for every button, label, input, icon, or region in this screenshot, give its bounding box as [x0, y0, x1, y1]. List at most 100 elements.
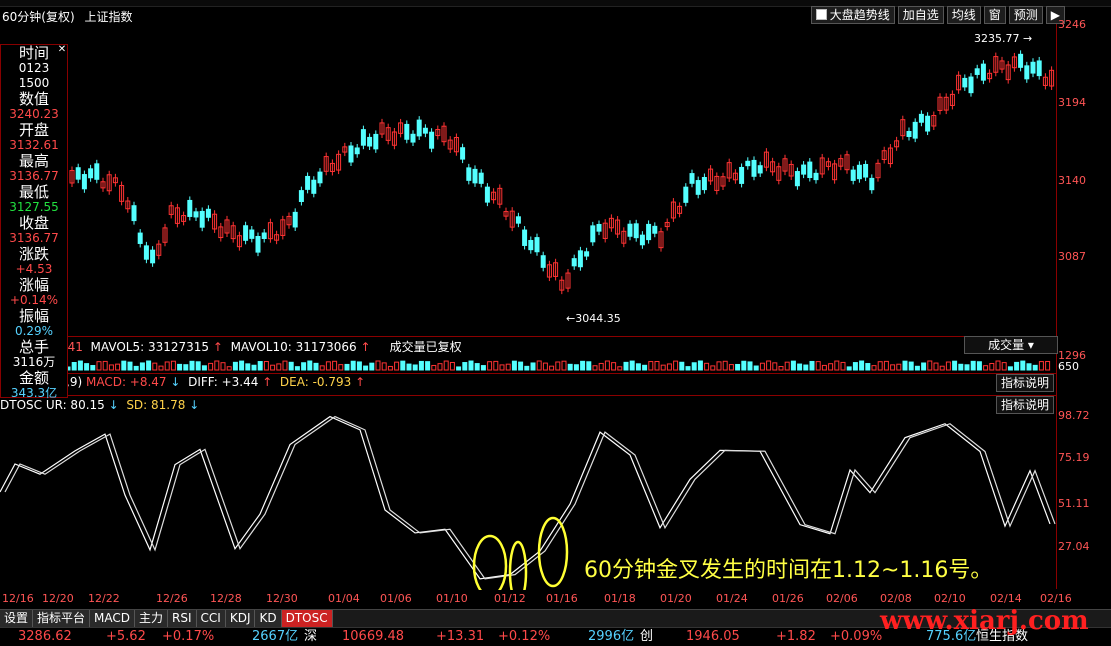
low-price-label: ←3044.35	[566, 312, 621, 325]
volume-bar	[561, 360, 567, 371]
cy-label: 创	[640, 629, 654, 644]
volume-bar	[716, 361, 722, 371]
checkbox-icon[interactable]	[815, 9, 827, 20]
info-value: 3116万	[12, 355, 56, 369]
volume-bar	[394, 361, 400, 371]
candle-body	[348, 145, 354, 163]
candle-body	[869, 177, 875, 191]
volume-bar	[350, 360, 356, 371]
volume-bar	[778, 365, 784, 371]
info-value: 3136.77	[9, 231, 59, 245]
volume-bar	[685, 366, 691, 371]
volume-bar	[697, 360, 703, 371]
info-label: 开盘	[18, 121, 49, 139]
ma-button[interactable]: 均线	[946, 6, 981, 24]
candle-body	[1018, 53, 1024, 68]
close-icon[interactable]: ✕	[57, 45, 67, 55]
volume-bar	[146, 360, 152, 371]
candle-body	[373, 133, 379, 150]
predict-button[interactable]: 预测	[1008, 6, 1043, 24]
tab-0[interactable]: 设置	[0, 610, 34, 627]
window-button[interactable]: 窗	[983, 6, 1006, 24]
info-label: 振幅	[18, 307, 49, 325]
tab-7[interactable]: KD	[255, 610, 282, 627]
volume-bar	[983, 365, 989, 371]
volume-bar	[883, 360, 889, 371]
tab-5[interactable]: CCI	[196, 610, 226, 627]
volume-bar	[914, 365, 920, 371]
candle-body	[261, 232, 267, 240]
candle-body	[925, 115, 931, 132]
candle-body	[292, 211, 298, 228]
x-tick-label: 01/10	[436, 592, 468, 605]
volume-bar	[772, 362, 778, 371]
volume-bar	[852, 362, 858, 371]
candle-body	[522, 229, 528, 246]
y-tick-label: 3246	[1058, 18, 1086, 31]
add-favorite-button[interactable]: 加自选	[897, 6, 944, 24]
volume-bar	[282, 360, 288, 371]
cy-value: 1946.05	[686, 629, 740, 644]
watermark: www.xiarj.com	[880, 606, 1089, 636]
volume-bar	[598, 362, 604, 371]
volume-bar	[152, 362, 158, 371]
volume-bar	[201, 365, 207, 371]
info-value: 3127.55	[9, 200, 59, 214]
candle-body	[422, 127, 428, 134]
volume-bar	[338, 364, 344, 371]
candle-body	[305, 175, 311, 190]
candle-body	[794, 171, 800, 187]
tab-8[interactable]: DTOSC	[281, 610, 333, 627]
volume-bar	[654, 360, 660, 371]
candle-body	[478, 172, 484, 184]
tab-2[interactable]: MACD	[90, 610, 136, 627]
info-value: 3136.77	[9, 169, 59, 183]
y-tick-label: 3087	[1058, 250, 1086, 263]
volume-bar	[660, 364, 666, 371]
candle-body	[187, 199, 193, 217]
candle-body	[745, 160, 751, 167]
volume-bar	[425, 361, 431, 371]
volume-bar	[840, 361, 846, 371]
tab-6[interactable]: KDJ	[225, 610, 256, 627]
candle-body	[980, 63, 986, 81]
volume-bar	[549, 365, 555, 371]
x-tick-label: 01/04	[328, 592, 360, 605]
trend-line-toggle[interactable]: 大盘趋势线	[810, 6, 895, 24]
chart-title: 60分钟(复权) 上证指数	[2, 8, 132, 25]
volume-bar	[263, 361, 269, 371]
volume-bar	[313, 362, 319, 371]
indicator-select[interactable]: 成交量 ▾	[964, 336, 1058, 354]
sz-pct: +0.12%	[498, 629, 551, 644]
candle-body	[515, 216, 521, 224]
highlight-ellipse	[508, 540, 528, 590]
candle-body	[466, 167, 472, 181]
help-button-macd[interactable]: 指标说明	[996, 374, 1054, 392]
volume-bar	[952, 360, 958, 371]
x-tick-label: 02/08	[880, 592, 912, 605]
tab-4[interactable]: RSI	[168, 610, 197, 627]
volume-bar	[468, 360, 474, 371]
info-label: 总手	[18, 338, 49, 356]
volume-bar	[604, 360, 610, 371]
candle-body	[317, 171, 323, 184]
tab-3[interactable]: 主力	[135, 610, 169, 627]
candle-body	[801, 164, 807, 175]
divider	[0, 395, 1056, 396]
x-tick-label: 01/20	[660, 592, 692, 605]
candle-body	[813, 172, 819, 181]
candle-body	[143, 245, 149, 260]
info-value: 3240.23	[9, 107, 59, 121]
volume-bar	[691, 362, 697, 371]
candlestick-chart[interactable]	[0, 24, 1056, 336]
volume-bar	[1007, 366, 1013, 371]
volume-bar	[195, 361, 201, 371]
candle-body	[652, 225, 658, 234]
candle-body	[683, 186, 689, 203]
volume-bar	[809, 360, 815, 371]
x-tick-label: 02/06	[826, 592, 858, 605]
tab-1[interactable]: 指标平台	[33, 610, 91, 627]
volume-bar	[927, 360, 933, 371]
volume-bar	[1020, 360, 1026, 371]
info-label: 涨幅	[18, 276, 49, 294]
